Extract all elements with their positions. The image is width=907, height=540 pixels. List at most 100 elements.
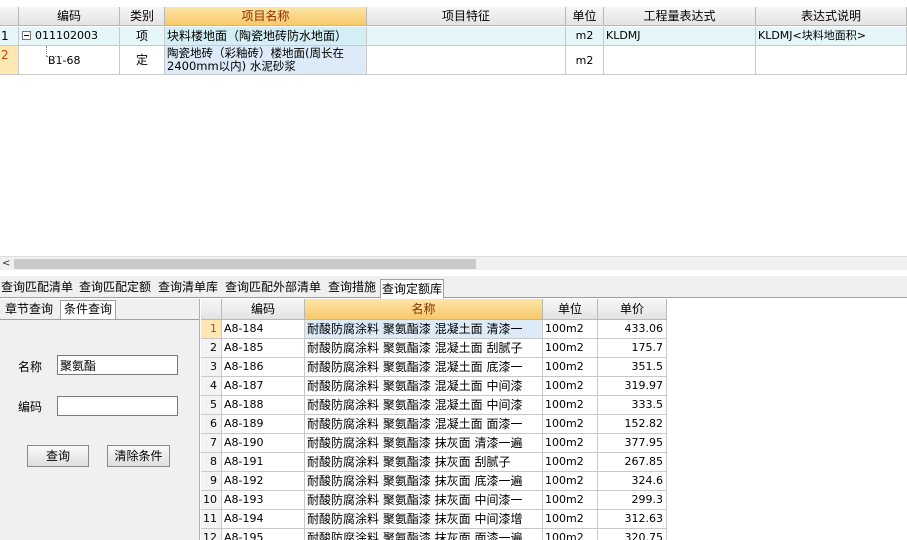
table-row[interactable]: 10 A8-193 耐酸防腐涂料 聚氨酯漆 抹灰面 中间漆一 100m2 299.3 (201, 491, 667, 510)
cell-name[interactable]: 陶瓷地砖（彩釉砖）楼地面(周长在2400mm以内) 水泥砂浆 (165, 46, 367, 75)
row-number[interactable]: 2 (201, 339, 222, 358)
tab-match-bill[interactable]: 查询匹配清单 (0, 278, 74, 297)
cell-code[interactable]: B1-68 (19, 46, 120, 75)
tab-match-external-bill[interactable]: 查询匹配外部清单 (224, 278, 322, 297)
cell-expr-desc[interactable] (756, 46, 907, 75)
header-feature[interactable]: 项目特征 (367, 7, 566, 26)
cell-expr[interactable]: KLDMJ (604, 27, 756, 46)
table-row[interactable]: 7 A8-190 耐酸防腐涂料 聚氨酯漆 抹灰面 清漆一遍 100m2 377.95 (201, 434, 667, 453)
cell-unit[interactable]: 100m2 (543, 415, 598, 434)
cell-name[interactable]: 耐酸防腐涂料 聚氨酯漆 混凝土面 刮腻子 (305, 339, 543, 358)
header-price[interactable]: 单价 (598, 299, 667, 320)
table-row[interactable]: 4 A8-187 耐酸防腐涂料 聚氨酯漆 混凝土面 中间漆 100m2 319.97 (201, 377, 667, 396)
cell-name[interactable]: 耐酸防腐涂料 聚氨酯漆 抹灰面 中间漆一 (305, 491, 543, 510)
cell-name[interactable]: 耐酸防腐涂料 聚氨酯漆 抹灰面 刮腻子 (305, 453, 543, 472)
cell-unit[interactable]: 100m2 (543, 434, 598, 453)
table-row[interactable]: 5 A8-188 耐酸防腐涂料 聚氨酯漆 混凝土面 中间漆 100m2 333.5 (201, 396, 667, 415)
row-number[interactable]: 9 (201, 472, 222, 491)
cell-expr[interactable] (604, 46, 756, 75)
cell-price[interactable]: 312.63 (598, 510, 667, 529)
cell-unit[interactable]: 100m2 (543, 453, 598, 472)
header-type[interactable]: 类别 (120, 7, 165, 26)
query-button[interactable]: 查询 (27, 445, 89, 467)
table-row[interactable]: 2 B1-68 定 陶瓷地砖（彩釉砖）楼地面(周长在2400mm以内) 水泥砂浆… (0, 46, 907, 75)
header-name[interactable]: 名称 (305, 299, 543, 320)
header-code[interactable]: 编码 (19, 7, 120, 26)
cell-code[interactable]: A8-188 (222, 396, 305, 415)
cell-unit[interactable]: 100m2 (543, 491, 598, 510)
row-number[interactable]: 6 (201, 415, 222, 434)
cell-name[interactable]: 耐酸防腐涂料 聚氨酯漆 混凝土面 中间漆 (305, 377, 543, 396)
header-code[interactable]: 编码 (222, 299, 305, 320)
cell-price[interactable]: 333.5 (598, 396, 667, 415)
cell-code[interactable]: A8-184 (222, 320, 305, 339)
row-number[interactable]: 2 (0, 46, 19, 75)
table-row[interactable]: 3 A8-186 耐酸防腐涂料 聚氨酯漆 混凝土面 底漆一 100m2 351.5 (201, 358, 667, 377)
cell-unit[interactable]: 100m2 (543, 320, 598, 339)
row-number[interactable]: 1 (0, 27, 19, 46)
cell-name[interactable]: 耐酸防腐涂料 聚氨酯漆 混凝土面 面漆一 (305, 415, 543, 434)
cell-price[interactable]: 152.82 (598, 415, 667, 434)
row-number[interactable]: 10 (201, 491, 222, 510)
tab-measures[interactable]: 查询措施 (327, 278, 377, 297)
cell-name[interactable]: 耐酸防腐涂料 聚氨酯漆 混凝土面 清漆一 (305, 320, 543, 339)
tab-match-quota[interactable]: 查询匹配定额 (78, 278, 152, 297)
cell-expr-desc[interactable]: KLDMJ<块料地面积> (756, 27, 907, 46)
table-row[interactable]: 9 A8-192 耐酸防腐涂料 聚氨酯漆 抹灰面 底漆一遍 100m2 324.6 (201, 472, 667, 491)
cell-code[interactable]: A8-189 (222, 415, 305, 434)
tab-quota-library[interactable]: 查询定额库 (380, 279, 445, 299)
cell-unit[interactable]: m2 (566, 46, 604, 75)
cell-name[interactable]: 块料楼地面（陶瓷地砖防水地面） (165, 27, 367, 46)
cell-code[interactable]: 011102003 (19, 27, 120, 46)
cell-code[interactable]: A8-192 (222, 472, 305, 491)
cell-price[interactable]: 299.3 (598, 491, 667, 510)
header-name[interactable]: 项目名称 (165, 7, 367, 26)
table-row[interactable]: 8 A8-191 耐酸防腐涂料 聚氨酯漆 抹灰面 刮腻子 100m2 267.85 (201, 453, 667, 472)
cell-code[interactable]: A8-194 (222, 510, 305, 529)
horizontal-scrollbar[interactable]: < (0, 256, 907, 270)
cell-feature[interactable] (367, 27, 566, 46)
row-number[interactable]: 3 (201, 358, 222, 377)
header-expr[interactable]: 工程量表达式 (604, 7, 756, 26)
cell-code[interactable]: A8-186 (222, 358, 305, 377)
cell-price[interactable]: 320.75 (598, 529, 667, 540)
table-row[interactable]: 11 A8-194 耐酸防腐涂料 聚氨酯漆 抹灰面 中间漆增 100m2 312.63 (201, 510, 667, 529)
cell-type[interactable]: 定 (120, 46, 165, 75)
cell-name[interactable]: 耐酸防腐涂料 聚氨酯漆 抹灰面 底漆一遍 (305, 472, 543, 491)
cell-unit[interactable]: 100m2 (543, 339, 598, 358)
cell-price[interactable]: 319.97 (598, 377, 667, 396)
table-row[interactable]: 1 A8-184 耐酸防腐涂料 聚氨酯漆 混凝土面 清漆一 100m2 433.06 (201, 320, 667, 339)
cell-name[interactable]: 耐酸防腐涂料 聚氨酯漆 混凝土面 底漆一 (305, 358, 543, 377)
cell-unit[interactable]: 100m2 (543, 510, 598, 529)
header-unit[interactable]: 单位 (543, 299, 598, 320)
tab-condition-query[interactable]: 条件查询 (60, 300, 117, 320)
cell-code[interactable]: A8-187 (222, 377, 305, 396)
row-number[interactable]: 12 (201, 529, 222, 540)
cell-name[interactable]: 耐酸防腐涂料 聚氨酯漆 抹灰面 面漆一遍 (305, 529, 543, 540)
cell-name[interactable]: 耐酸防腐涂料 聚氨酯漆 抹灰面 清漆一遍 (305, 434, 543, 453)
row-number[interactable]: 1 (201, 320, 222, 339)
table-row[interactable]: 2 A8-185 耐酸防腐涂料 聚氨酯漆 混凝土面 刮腻子 100m2 175.7 (201, 339, 667, 358)
cell-price[interactable]: 175.7 (598, 339, 667, 358)
row-number[interactable]: 8 (201, 453, 222, 472)
cell-code[interactable]: A8-185 (222, 339, 305, 358)
table-row[interactable]: 1 011102003 项 块料楼地面（陶瓷地砖防水地面） m2 KLDMJ K… (0, 27, 907, 46)
cell-type[interactable]: 项 (120, 27, 165, 46)
row-number[interactable]: 11 (201, 510, 222, 529)
tab-chapter-query[interactable]: 章节查询 (2, 301, 56, 320)
table-row[interactable]: 12 A8-195 耐酸防腐涂料 聚氨酯漆 抹灰面 面漆一遍 100m2 320.75 (201, 529, 667, 540)
cell-unit[interactable]: 100m2 (543, 396, 598, 415)
cell-code[interactable]: A8-195 (222, 529, 305, 540)
scroll-left-icon[interactable]: < (2, 257, 10, 270)
cell-price[interactable]: 324.6 (598, 472, 667, 491)
cell-name[interactable]: 耐酸防腐涂料 聚氨酯漆 混凝土面 中间漆 (305, 396, 543, 415)
cell-feature[interactable] (367, 46, 566, 75)
cell-price[interactable]: 267.85 (598, 453, 667, 472)
code-input[interactable] (57, 396, 178, 416)
scrollbar-thumb[interactable] (14, 259, 476, 269)
cell-name[interactable]: 耐酸防腐涂料 聚氨酯漆 抹灰面 中间漆增 (305, 510, 543, 529)
cell-unit[interactable]: 100m2 (543, 529, 598, 540)
cell-unit[interactable]: 100m2 (543, 377, 598, 396)
name-input[interactable] (57, 355, 178, 375)
cell-price[interactable]: 351.5 (598, 358, 667, 377)
